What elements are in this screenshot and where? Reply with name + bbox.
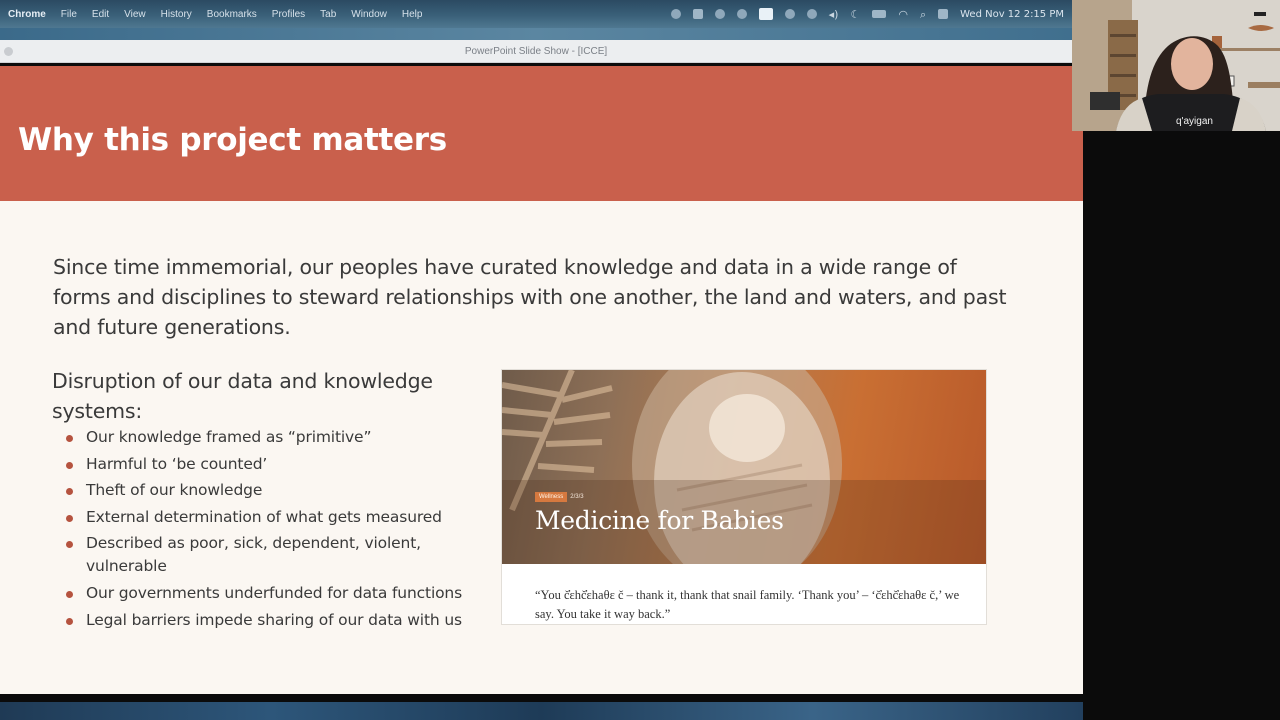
status-area: ◂) ☾ ◠ ⌕ Wed Nov 12 2:15 PM: [659, 0, 1064, 28]
list-item: External determination of what gets meas…: [64, 506, 484, 529]
shirt-text: q'ayigan: [1176, 116, 1213, 127]
menu-help[interactable]: Help: [402, 9, 423, 20]
moon-icon[interactable]: ☾: [850, 9, 860, 20]
bullet-icon: [66, 435, 73, 442]
bullet-icon: [66, 590, 73, 598]
menu-clock[interactable]: Wed Nov 12 2:15 PM: [960, 9, 1064, 20]
list-item: Our governments underfunded for data fun…: [64, 582, 484, 605]
desktop-wallpaper: [0, 28, 1072, 40]
list-item: Our knowledge framed as “primitive”: [64, 426, 484, 449]
baby-face: [709, 394, 785, 462]
control-center-icon[interactable]: [938, 9, 949, 19]
bullet-icon: [66, 514, 73, 522]
screen-share-icon[interactable]: [758, 8, 773, 20]
list-item: Legal barriers impede sharing of our dat…: [64, 609, 484, 632]
menu-profiles[interactable]: Profiles: [272, 9, 305, 20]
category-tag[interactable]: Wellness 2/3/3: [535, 492, 584, 502]
menu-view[interactable]: View: [124, 9, 146, 20]
intro-paragraph: Since time immemorial, our peoples have …: [53, 255, 1007, 339]
mac-menu-bar: Chrome File Edit View History Bookmarks …: [0, 0, 1072, 28]
category-pill: Wellness: [535, 492, 568, 502]
settings-icon[interactable]: [806, 9, 817, 19]
window-title-bar: PowerPoint Slide Show - [ICCE]: [0, 40, 1072, 63]
bullet-icon: [66, 617, 73, 625]
search-icon[interactable]: ⌕: [920, 9, 926, 20]
bullet-icon: [66, 488, 73, 496]
menu-history[interactable]: History: [161, 9, 192, 20]
window-title: PowerPoint Slide Show - [ICCE]: [464, 45, 608, 57]
menu-file[interactable]: File: [61, 9, 77, 20]
desktop-wallpaper-bottom: [0, 702, 1083, 720]
webcam-illustration: q'ayigan: [1072, 0, 1280, 131]
menu-edit[interactable]: Edit: [92, 9, 109, 20]
share-icon[interactable]: [714, 9, 725, 19]
tag-date: 2/3/3: [570, 494, 584, 500]
window-close-icon[interactable]: [4, 47, 13, 56]
slide: Why this project matters Since time imme…: [0, 66, 1083, 694]
wifi-icon[interactable]: ◠: [898, 9, 908, 20]
bullet-icon: [66, 461, 73, 469]
article-quote: “You č̓ɛhč̓ɛhaθɛ č – thank it, thank tha…: [535, 588, 960, 621]
disruption-heading: Disruption of our data and knowledge sys…: [52, 369, 433, 423]
menu-tab[interactable]: Tab: [320, 9, 336, 20]
list-item: Harmful to ‘be counted’: [64, 453, 484, 476]
menu-bookmarks[interactable]: Bookmarks: [207, 9, 257, 20]
article-title[interactable]: Medicine for Babies: [535, 506, 784, 535]
sync-icon[interactable]: [736, 9, 747, 19]
webcam-video: q'ayigan: [1072, 0, 1280, 131]
list-item: Theft of our knowledge: [64, 479, 484, 502]
article-card: Wellness 2/3/3 Medicine for Babies “You …: [501, 369, 987, 625]
bullet-list: Our knowledge framed as “primitive” Harm…: [64, 426, 484, 635]
menu-window[interactable]: Window: [351, 9, 387, 20]
person-face: [1171, 38, 1213, 90]
slide-title: Why this project matters: [18, 122, 447, 158]
extension-icon[interactable]: [692, 9, 703, 19]
status-icon[interactable]: [670, 9, 681, 19]
slide-header: Why this project matters: [0, 66, 1083, 201]
list-item: Described as poor, sick, dependent, viol…: [64, 532, 484, 578]
bullet-icon: [66, 541, 73, 549]
menu-app-chrome[interactable]: Chrome: [8, 9, 46, 20]
volume-icon[interactable]: ◂): [829, 9, 839, 20]
battery-icon[interactable]: [872, 10, 887, 18]
clock-app-icon[interactable]: [784, 9, 795, 19]
baby-photo: Wellness 2/3/3 Medicine for Babies: [502, 370, 986, 564]
